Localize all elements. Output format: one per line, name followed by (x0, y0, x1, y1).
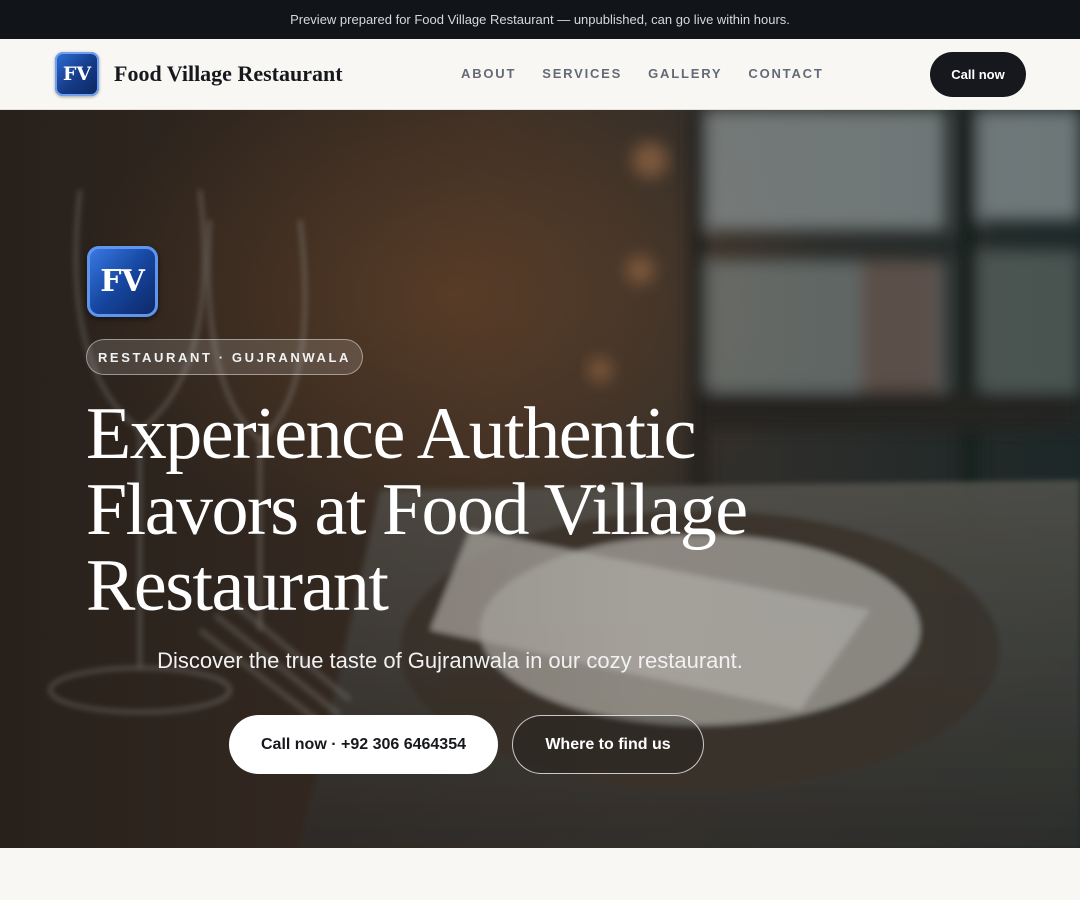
hero-call-now-button[interactable]: Call now · +92 306 6464354 (229, 715, 498, 774)
header-call-now-button[interactable]: Call now (930, 52, 1026, 97)
main-nav: ABOUT SERVICES GALLERY CONTACT (461, 66, 824, 81)
hero-section: FV RESTAURANT · GUJRANWALA Experience Au… (0, 110, 1080, 848)
next-section (0, 848, 1080, 900)
nav-link-services[interactable]: SERVICES (542, 66, 622, 81)
brand-name[interactable]: Food Village Restaurant (114, 61, 343, 87)
nav-link-about[interactable]: ABOUT (461, 66, 516, 81)
nav-link-contact[interactable]: CONTACT (748, 66, 823, 81)
brand-logo-text: FV (62, 63, 92, 85)
where-to-find-us-button[interactable]: Where to find us (512, 715, 704, 774)
hero-subtitle: Discover the true taste of Gujranwala in… (157, 648, 743, 673)
site-header: FV Food Village Restaurant ABOUT SERVICE… (0, 39, 1080, 110)
hero-logo-text: FV (100, 264, 145, 299)
hero-logo: FV (87, 246, 158, 317)
preview-banner-text: Preview prepared for Food Village Restau… (290, 12, 790, 27)
hero-title: Experience Authentic Flavors at Food Vil… (86, 393, 748, 627)
hero-badge-text: RESTAURANT · GUJRANWALA (97, 349, 352, 365)
brand-logo[interactable]: FV (55, 52, 99, 96)
preview-banner: Preview prepared for Food Village Restau… (0, 0, 1080, 39)
hero-location-badge: RESTAURANT · GUJRANWALA (86, 339, 363, 375)
nav-link-gallery[interactable]: GALLERY (648, 66, 722, 81)
